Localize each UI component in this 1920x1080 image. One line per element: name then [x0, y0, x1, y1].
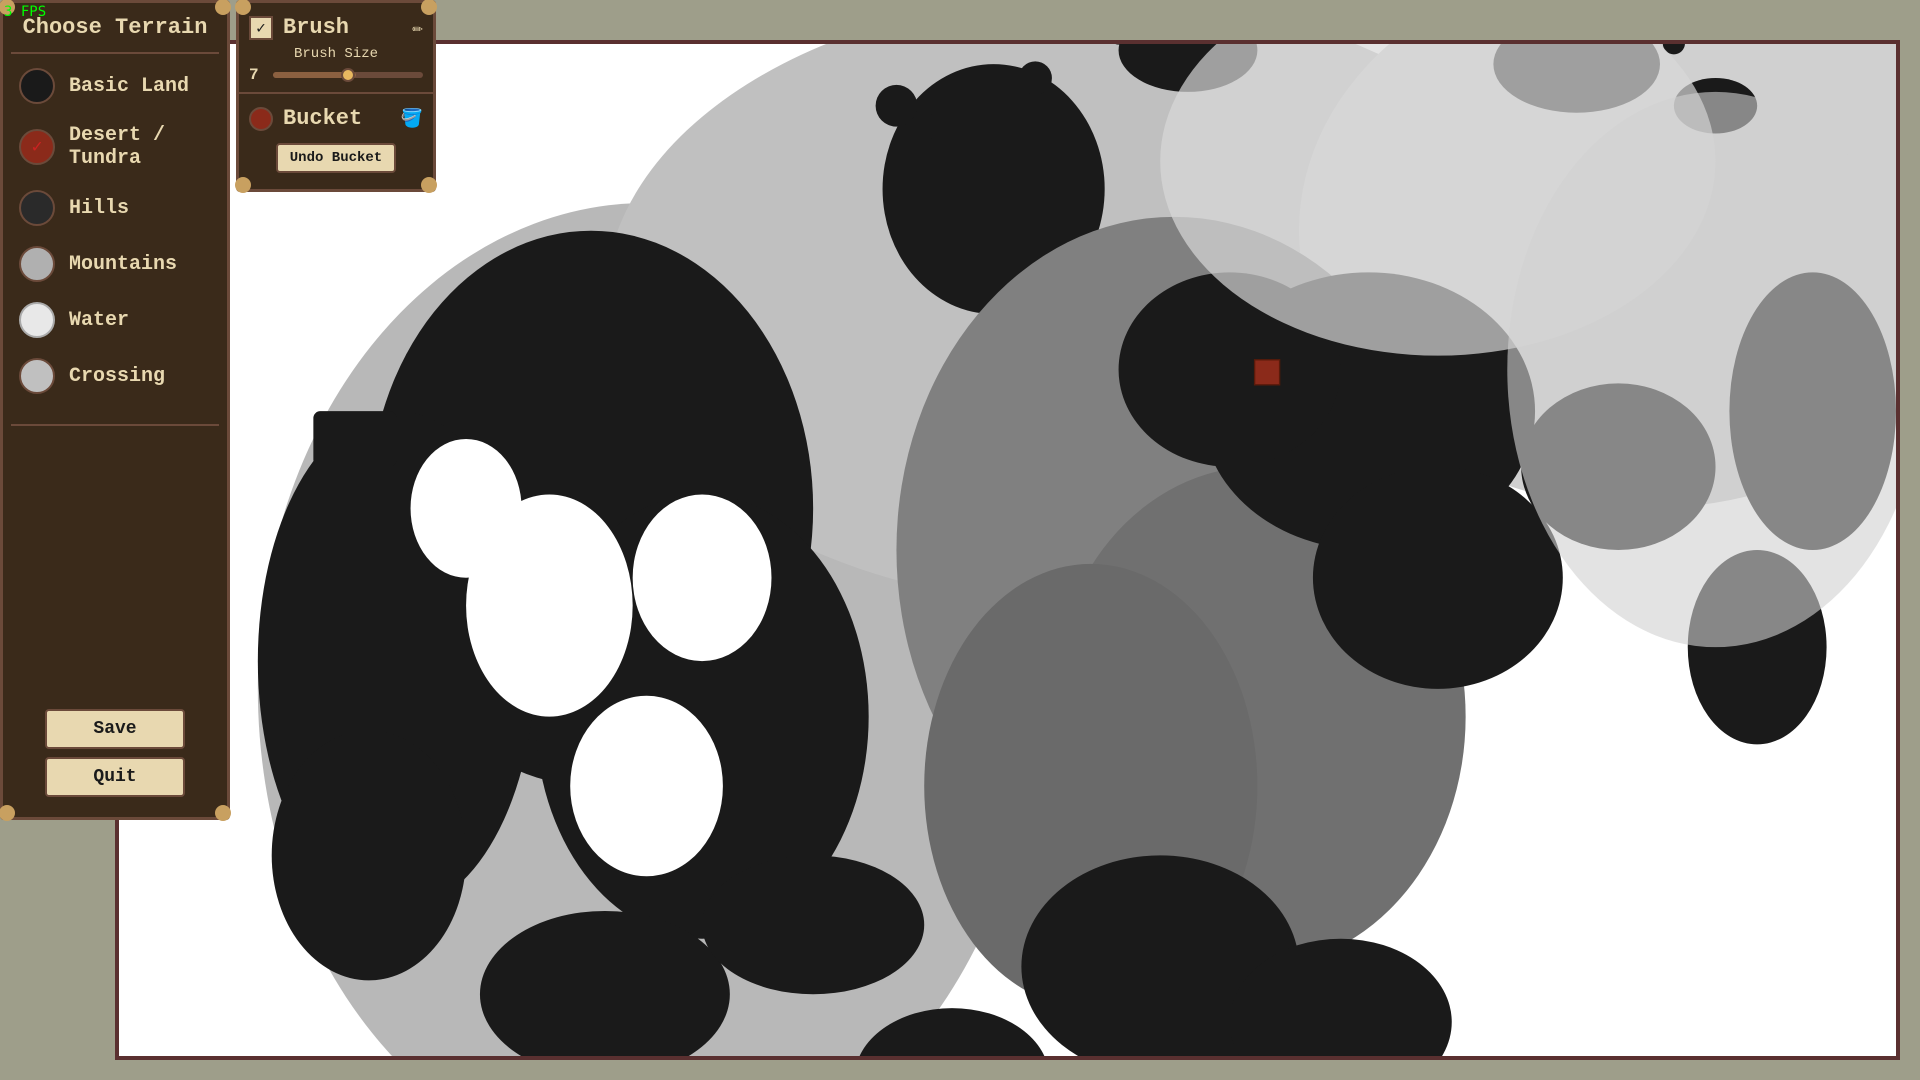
terrain-label-water: Water	[69, 309, 129, 332]
brush-size-value: 7	[249, 66, 265, 84]
brush-size-row: 7	[249, 66, 423, 84]
terrain-circle-mountains	[19, 246, 55, 282]
terrain-circle-basic-land	[19, 68, 55, 104]
brush-section: Brush ✏ Brush Size 7	[239, 3, 433, 94]
terrain-item-water[interactable]: Water	[3, 292, 227, 348]
bucket-indicator	[249, 107, 273, 131]
terrain-label-basic-land: Basic Land	[69, 75, 189, 98]
brush-size-slider[interactable]	[273, 72, 423, 78]
terrain-panel: Choose Terrain Basic Land ✓ Desert / Tun…	[0, 0, 230, 820]
terrain-item-mountains[interactable]: Mountains	[3, 236, 227, 292]
slider-thumb[interactable]	[341, 68, 355, 82]
quit-button[interactable]: Quit	[45, 757, 185, 797]
map-container[interactable]	[115, 40, 1900, 1060]
brush-size-label: Brush Size	[249, 46, 423, 62]
bucket-label: Bucket	[283, 106, 391, 131]
selected-checkmark: ✓	[32, 136, 43, 158]
terrain-circle-desert: ✓	[19, 129, 55, 165]
terrain-label-mountains: Mountains	[69, 253, 177, 276]
action-buttons: Save Quit	[45, 709, 185, 797]
save-button[interactable]: Save	[45, 709, 185, 749]
bucket-section: Bucket 🪣 Undo Bucket	[239, 94, 433, 181]
map-canvas[interactable]	[119, 44, 1896, 1056]
terrain-label-hills: Hills	[69, 197, 129, 220]
terrain-circle-crossing	[19, 358, 55, 394]
undo-bucket-button[interactable]: Undo Bucket	[276, 143, 396, 173]
terrain-item-basic-land[interactable]: Basic Land	[3, 58, 227, 114]
terrain-item-hills[interactable]: Hills	[3, 180, 227, 236]
terrain-circle-water	[19, 302, 55, 338]
brush-icon: ✏	[412, 17, 423, 39]
cursor-indicator	[1255, 360, 1280, 385]
fps-counter: 3 FPS	[4, 4, 46, 20]
brush-label: Brush	[283, 15, 402, 40]
terrain-label-crossing: Crossing	[69, 365, 165, 388]
bucket-icon: 🪣	[401, 108, 423, 130]
terrain-item-crossing[interactable]: Crossing	[3, 348, 227, 404]
terrain-label-desert-tundra: Desert / Tundra	[69, 124, 211, 170]
terrain-circle-hills	[19, 190, 55, 226]
brush-checkbox[interactable]	[249, 16, 273, 40]
terrain-item-desert-tundra[interactable]: ✓ Desert / Tundra	[3, 114, 227, 180]
tool-panel: Brush ✏ Brush Size 7 Bucket 🪣 Undo Bucke…	[236, 0, 436, 192]
